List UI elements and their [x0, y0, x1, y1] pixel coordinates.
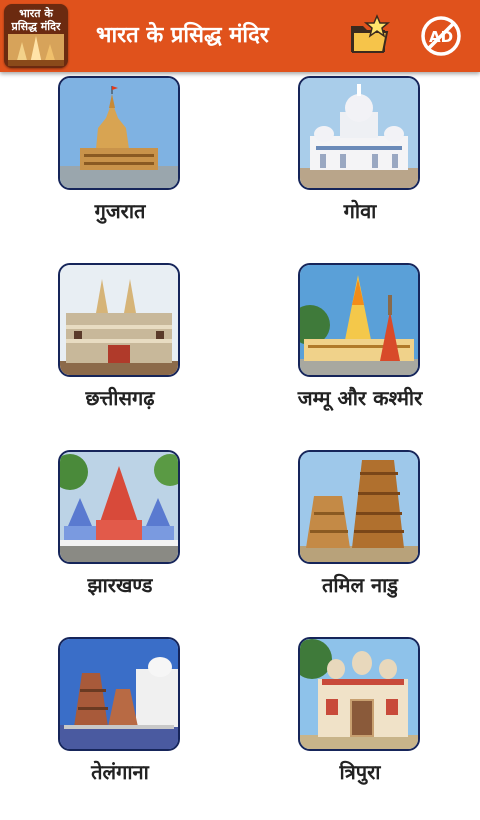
tamil-nadu-temple-image [298, 450, 420, 564]
telangana-temple-image [58, 637, 180, 751]
tripura-temple-image [298, 637, 420, 751]
app-toolbar: भारत के प्रसिद्ध मंदिर भारत के प्रसिद्ध … [0, 0, 480, 72]
state-label: तमिल नाडु [321, 573, 399, 597]
state-label: त्रिपुरा [339, 760, 381, 784]
state-tile-gujarat[interactable]: गुजरात [0, 72, 240, 259]
state-tile-jammu-kashmir[interactable]: जम्मू और कश्मीर [240, 259, 480, 446]
state-grid: गुजरात गोवा छत्तीसगढ़ जम्मू और कश्मीर झा… [0, 72, 480, 800]
jammu-kashmir-temple-image [298, 263, 420, 377]
state-label: झारखण्ड [87, 573, 153, 597]
state-tile-tamil-nadu[interactable]: तमिल नाडु [240, 446, 480, 633]
logo-text: भारत के प्रसिद्ध मंदिर [4, 7, 68, 33]
remove-ads-button[interactable]: AD [419, 14, 463, 58]
logo-text-line1: भारत के [19, 7, 53, 20]
state-tile-goa[interactable]: गोवा [240, 72, 480, 259]
temple-logo-icon [8, 34, 64, 66]
favorites-button[interactable] [347, 14, 391, 58]
app-title: भारत के प्रसिद्ध मंदिर [96, 23, 269, 48]
no-ads-icon: AD [421, 16, 461, 56]
state-label: तेलंगाना [91, 760, 149, 784]
state-label: गुजरात [94, 199, 146, 223]
goa-temple-image [298, 76, 420, 190]
gujarat-temple-image [58, 76, 180, 190]
folder-star-icon [351, 14, 391, 53]
state-label: छत्तीसगढ़ [85, 386, 155, 410]
state-label: जम्मू और कश्मीर [297, 386, 423, 410]
state-tile-telangana[interactable]: तेलंगाना [0, 633, 240, 820]
state-tile-tripura[interactable]: त्रिपुरा [240, 633, 480, 820]
state-tile-chhattisgarh[interactable]: छत्तीसगढ़ [0, 259, 240, 446]
chhattisgarh-temple-image [58, 263, 180, 377]
app-logo: भारत के प्रसिद्ध मंदिर [4, 4, 68, 68]
state-tile-jharkhand[interactable]: झारखण्ड [0, 446, 240, 633]
logo-text-line2: प्रसिद्ध मंदिर [11, 20, 61, 33]
state-label: गोवा [343, 199, 377, 223]
jharkhand-temple-image [58, 450, 180, 564]
